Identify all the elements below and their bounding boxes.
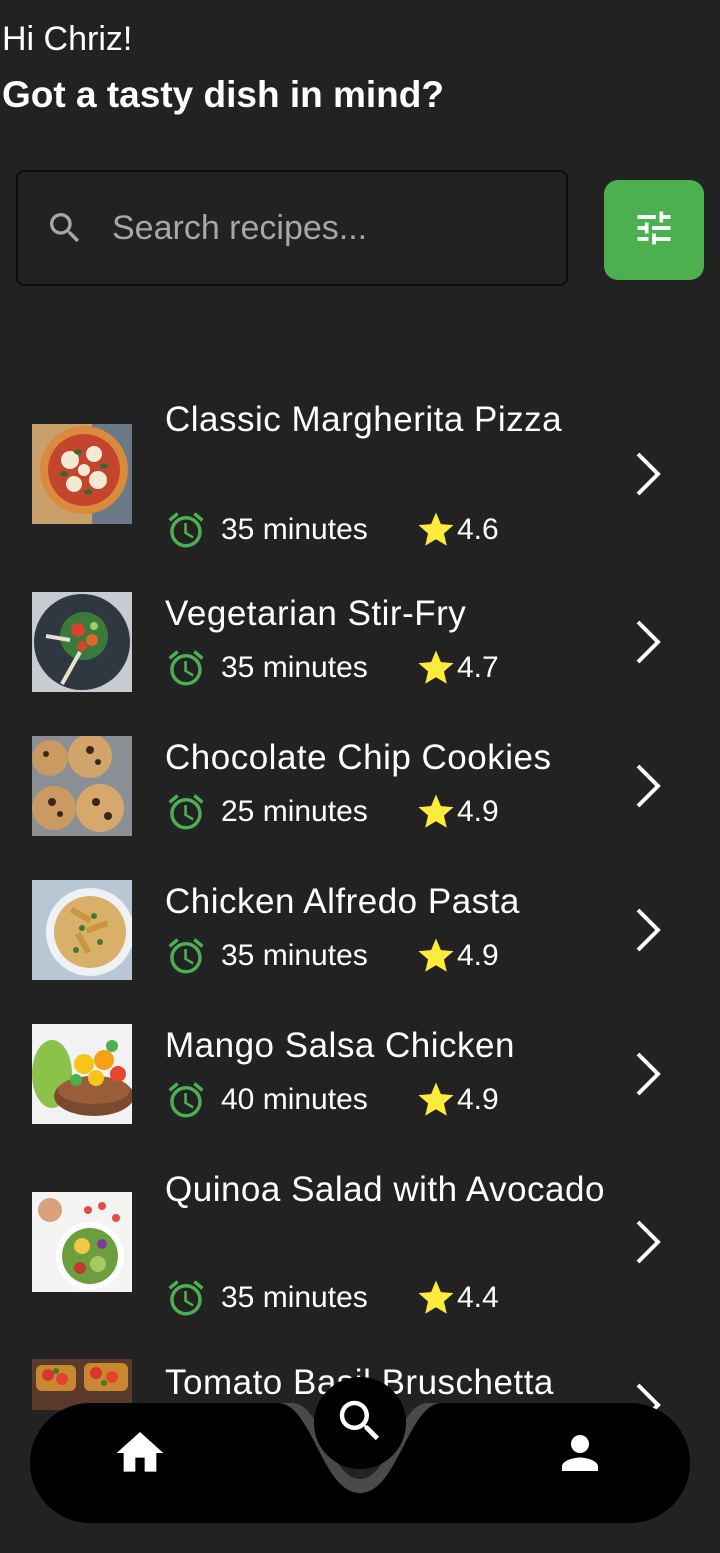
chevron-right-icon[interactable] [628, 449, 668, 499]
nav-search-button[interactable] [314, 1377, 406, 1469]
recipe-rating: 4.6 [457, 513, 499, 546]
recipe-rating: 4.9 [457, 795, 499, 828]
chevron-right-icon[interactable] [628, 1049, 668, 1099]
recipe-title: Chicken Alfredo Pasta [165, 882, 520, 921]
alarm-clock-icon [165, 791, 207, 833]
bottom-navigation [30, 1377, 690, 1523]
recipe-rating: 4.7 [457, 651, 499, 684]
recipe-list-item[interactable]: Chicken Alfredo Pasta 35 minutes 4.9 [0, 874, 720, 984]
recipe-list-item[interactable]: Vegetarian Stir-Fry 35 minutes 4.7 [0, 586, 720, 696]
recipe-thumbnail [32, 1024, 132, 1124]
recipe-title: Mango Salsa Chicken [165, 1026, 515, 1065]
recipe-meta: 40 minutes 4.9 [165, 1079, 499, 1121]
greeting-text: Hi Chriz! [2, 20, 133, 58]
recipe-list-item[interactable]: Chocolate Chip Cookies 25 minutes 4.9 [0, 730, 720, 840]
filter-button[interactable] [604, 180, 704, 280]
recipe-thumbnail [32, 1192, 132, 1292]
star-icon [415, 935, 457, 977]
recipe-rating: 4.9 [457, 1083, 499, 1116]
search-box[interactable] [16, 170, 568, 286]
recipe-meta: 35 minutes 4.9 [165, 935, 499, 977]
star-icon [415, 791, 457, 833]
recipe-thumbnail [32, 592, 132, 692]
recipe-rating: 4.4 [457, 1281, 499, 1314]
recipe-meta: 35 minutes 4.7 [165, 647, 499, 689]
chevron-right-icon[interactable] [628, 617, 668, 667]
alarm-clock-icon [165, 509, 207, 551]
recipe-thumbnail [32, 736, 132, 836]
recipe-thumbnail [32, 880, 132, 980]
person-icon [553, 1426, 607, 1485]
recipe-time: 25 minutes [221, 795, 368, 828]
recipe-time: 40 minutes [221, 1083, 368, 1116]
recipe-time: 35 minutes [221, 939, 368, 972]
page-title: Got a tasty dish in mind? [2, 74, 444, 115]
nav-profile-button[interactable] [550, 1425, 610, 1485]
recipe-list-item[interactable]: Quinoa Salad with Avocado 35 minutes 4.4 [0, 1162, 720, 1322]
star-icon [415, 509, 457, 551]
chevron-right-icon[interactable] [628, 1217, 668, 1267]
recipe-list-item[interactable]: Classic Margherita Pizza 35 minutes 4.6 [0, 392, 720, 552]
alarm-clock-icon [165, 1277, 207, 1319]
recipe-list-item[interactable]: Mango Salsa Chicken 40 minutes 4.9 [0, 1018, 720, 1128]
recipe-title: Quinoa Salad with Avocado [165, 1170, 605, 1209]
alarm-clock-icon [165, 935, 207, 977]
recipe-thumbnail [32, 424, 132, 524]
search-input[interactable] [112, 208, 532, 248]
star-icon [415, 647, 457, 689]
recipe-meta: 35 minutes 4.6 [165, 509, 499, 551]
recipe-meta: 25 minutes 4.9 [165, 791, 499, 833]
nav-home-button[interactable] [110, 1425, 170, 1485]
chevron-right-icon[interactable] [628, 905, 668, 955]
recipe-rating: 4.9 [457, 939, 499, 972]
alarm-clock-icon [165, 1079, 207, 1121]
recipe-time: 35 minutes [221, 651, 368, 684]
recipe-title: Vegetarian Stir-Fry [165, 594, 467, 633]
search-icon [333, 1394, 387, 1453]
alarm-clock-icon [165, 647, 207, 689]
recipe-title: Chocolate Chip Cookies [165, 738, 552, 777]
tune-icon [632, 206, 676, 255]
chevron-right-icon[interactable] [628, 761, 668, 811]
recipe-meta: 35 minutes 4.4 [165, 1277, 499, 1319]
star-icon [415, 1277, 457, 1319]
search-icon [44, 207, 86, 249]
recipe-time: 35 minutes [221, 513, 368, 546]
recipe-time: 35 minutes [221, 1281, 368, 1314]
home-icon [112, 1425, 168, 1486]
star-icon [415, 1079, 457, 1121]
recipe-title: Classic Margherita Pizza [165, 400, 563, 439]
